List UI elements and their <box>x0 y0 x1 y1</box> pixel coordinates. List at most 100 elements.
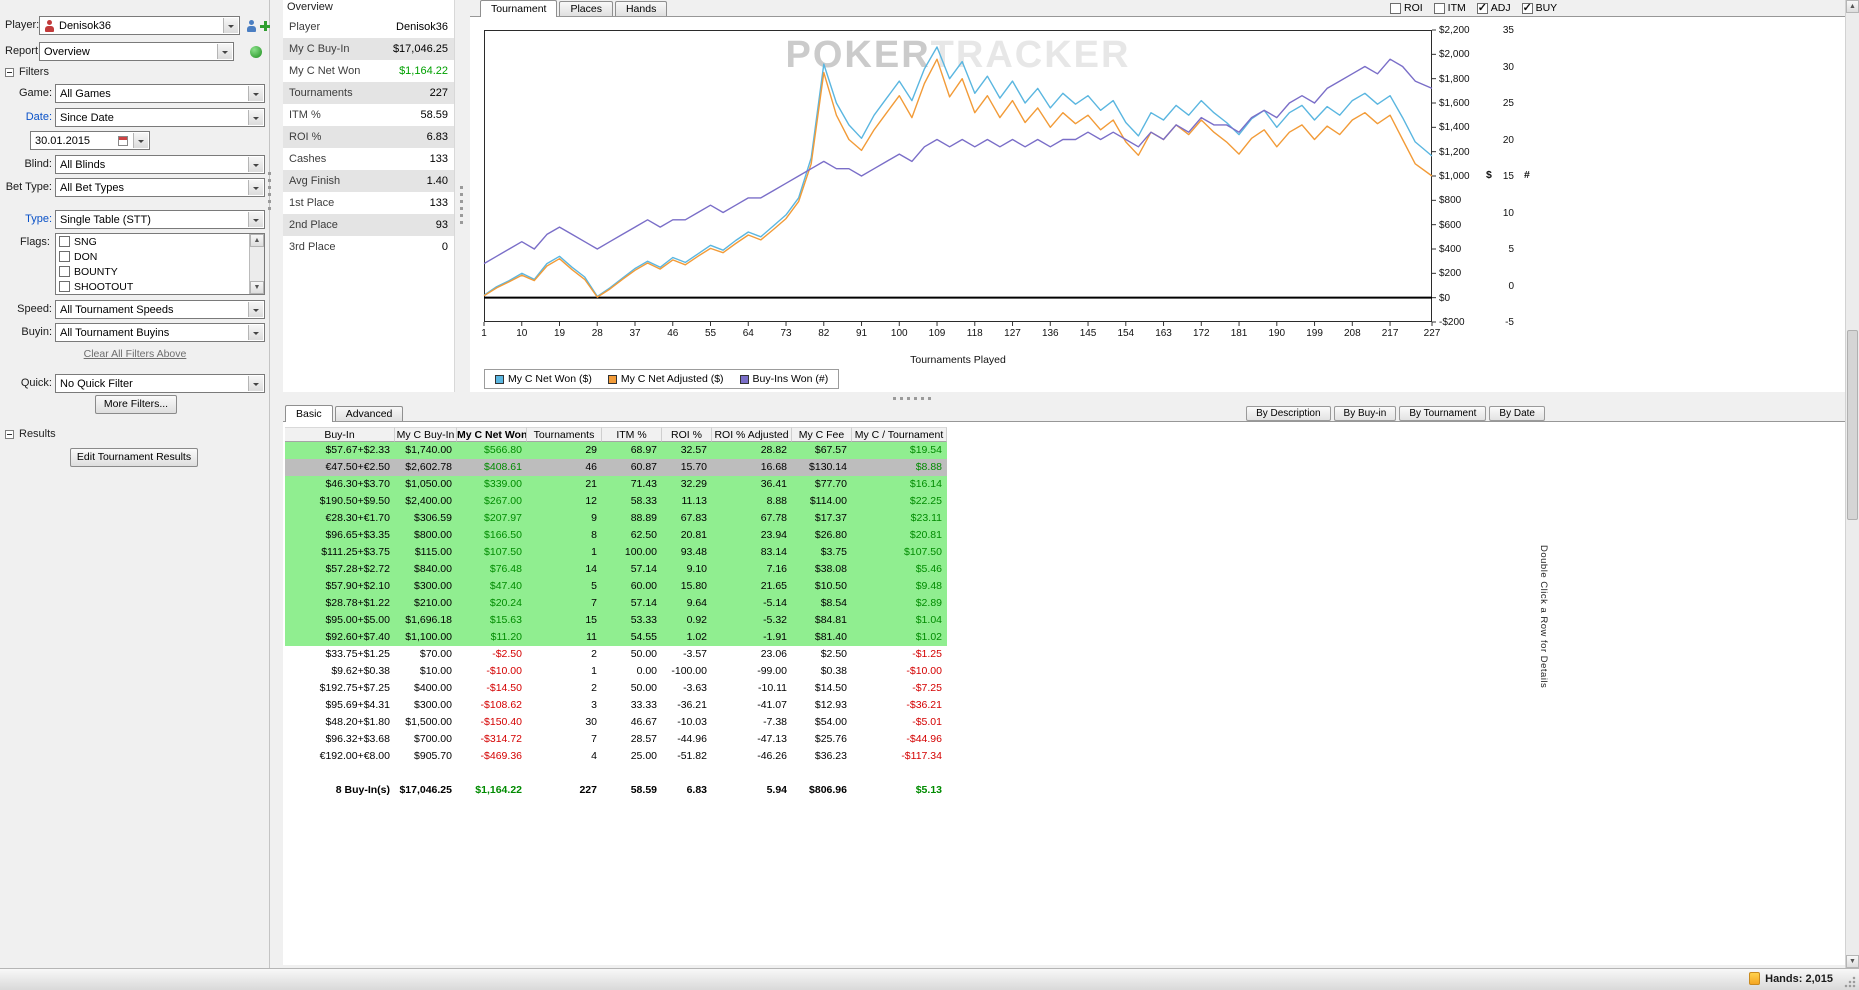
scroll-down-icon[interactable]: ▼ <box>250 281 264 294</box>
column-header-buy-in[interactable]: Buy-In <box>285 427 395 442</box>
table-row[interactable]: $111.25+$3.75 $115.00 $107.50 1 100.00 93.48 8… <box>285 544 947 561</box>
chevron-down-icon[interactable] <box>248 110 263 125</box>
table-row[interactable]: $33.75+$1.25 $70.00 -$2.50 2 50.00 -3.57 23.06… <box>285 646 947 663</box>
buyin-combobox[interactable]: All Tournament Buyins <box>55 323 265 342</box>
stats-splitter-handle[interactable] <box>460 186 463 228</box>
table-row[interactable]: $57.28+$2.72 $840.00 $76.48 14 57.14 9.10 7.16… <box>285 561 947 578</box>
chevron-down-icon[interactable] <box>248 325 263 340</box>
chevron-down-icon[interactable] <box>133 133 148 148</box>
column-header-roi-adjusted[interactable]: ROI % Adjusted <box>712 427 792 442</box>
chevron-down-icon[interactable] <box>217 44 232 59</box>
speed-combobox[interactable]: All Tournament Speeds <box>55 300 265 319</box>
collapse-icon[interactable] <box>5 429 14 439</box>
more-filters-button[interactable]: More Filters... <box>95 395 177 414</box>
table-row[interactable]: $28.78+$1.22 $210.00 $20.24 7 57.14 9.64 -5.14… <box>285 595 947 612</box>
calendar-icon[interactable] <box>118 136 128 146</box>
filters-section-header[interactable]: Filters <box>5 66 49 78</box>
add-player-icon[interactable] <box>259 20 271 32</box>
chevron-down-icon[interactable] <box>248 180 263 195</box>
column-header-roi[interactable]: ROI % <box>662 427 712 442</box>
sidebar-splitter-handle[interactable] <box>268 172 271 214</box>
flag-option-don[interactable]: DON <box>56 249 264 264</box>
scroll-up-icon[interactable]: ▲ <box>1846 0 1859 13</box>
quick-combobox[interactable]: No Quick Filter <box>55 374 265 393</box>
table-row[interactable]: €28.30+€1.70 $306.59 $207.97 9 88.89 67.83 67.… <box>285 510 947 527</box>
checkbox-icon[interactable] <box>1433 2 1445 14</box>
refresh-report-icon[interactable] <box>250 46 262 58</box>
chevron-down-icon[interactable] <box>248 212 263 227</box>
flag-option-sng[interactable]: SNG <box>56 234 264 249</box>
chevron-down-icon[interactable] <box>248 376 263 391</box>
table-row[interactable]: $95.00+$5.00 $1,696.18 $15.63 15 53.33 0.92 -5… <box>285 612 947 629</box>
table-row[interactable]: $57.90+$2.10 $300.00 $47.40 5 60.00 15.80 21.6… <box>285 578 947 595</box>
scroll-up-icon[interactable]: ▲ <box>250 234 264 247</box>
checkbox-icon[interactable] <box>1476 1 1488 14</box>
checkbox-icon[interactable] <box>1390 2 1401 14</box>
table-row[interactable]: $46.30+$3.70 $1,050.00 $339.00 21 71.43 32.29… <box>285 476 947 493</box>
pane-splitter-handle[interactable] <box>893 397 935 400</box>
checkbox-icon[interactable] <box>1521 1 1533 14</box>
tab-tournament[interactable]: Tournament <box>480 0 558 17</box>
tab-hands[interactable]: Hands <box>614 1 668 16</box>
flags-scrollbar[interactable]: ▲ ▼ <box>249 234 264 294</box>
chevron-down-icon[interactable] <box>248 302 263 317</box>
bet-type-combobox[interactable]: All Bet Types <box>55 178 265 197</box>
sort-button-by-description[interactable]: By Description <box>1246 406 1331 421</box>
table-row[interactable]: $92.60+$7.40 $1,100.00 $11.20 11 54.55 1.02 -1… <box>285 629 947 646</box>
tab-basic[interactable]: Basic <box>285 405 333 422</box>
table-row[interactable]: $57.67+$2.33 $1,740.00 $566.80 29 68.97 32.57… <box>285 442 947 459</box>
player-combobox[interactable]: Denisok36 <box>39 16 240 35</box>
scroll-down-icon[interactable]: ▼ <box>1846 955 1859 968</box>
graph-toggle-roi[interactable]: ROI <box>1390 2 1423 14</box>
graph-toggle-buy[interactable]: BUY <box>1521 1 1557 14</box>
type-combobox[interactable]: Single Table (STT) <box>55 210 265 229</box>
date-combobox[interactable]: Since Date <box>55 108 265 127</box>
column-header-my-c-fee[interactable]: My C Fee <box>792 427 852 442</box>
table-row[interactable]: $9.62+$0.38 $10.00 -$10.00 1 0.00 -100.00 -99.… <box>285 663 947 680</box>
vertical-scrollbar[interactable]: ▲ ▼ <box>1845 0 1859 968</box>
flag-option-shootout[interactable]: SHOOTOUT <box>56 279 264 294</box>
checkbox-icon[interactable] <box>59 266 70 277</box>
table-row[interactable]: $48.20+$1.80 $1,500.00 -$150.40 30 46.67 -10.… <box>285 714 947 731</box>
table-row[interactable]: $190.50+$9.50 $2,400.00 $267.00 12 58.33 11.1… <box>285 493 947 510</box>
flags-listbox[interactable]: SNG DON BOUNTY SHOOTOUT ▲ ▼ <box>55 233 265 295</box>
graph-toggle-adj[interactable]: ADJ <box>1476 1 1511 14</box>
chevron-down-icon[interactable] <box>223 18 238 33</box>
sort-button-by-date[interactable]: By Date <box>1489 406 1545 421</box>
column-header-tournaments[interactable]: Tournaments <box>527 427 602 442</box>
results-section-header[interactable]: Results <box>5 428 56 440</box>
table-row[interactable]: €192.00+€8.00 $905.70 -$469.36 4 25.00 -51.82… <box>285 748 947 765</box>
chevron-down-icon[interactable] <box>248 86 263 101</box>
scrollbar-thumb[interactable] <box>1847 330 1858 520</box>
sort-button-by-buy-in[interactable]: By Buy-in <box>1333 406 1397 421</box>
checkbox-icon[interactable] <box>59 281 70 292</box>
checkbox-icon[interactable] <box>59 251 70 262</box>
pane-splitter[interactable] <box>283 392 1845 405</box>
clear-all-filters-link[interactable]: Clear All Filters Above <box>0 348 270 360</box>
blind-combobox[interactable]: All Blinds <box>55 155 265 174</box>
table-row[interactable]: $96.65+$3.35 $800.00 $166.50 8 62.50 20.81 23.… <box>285 527 947 544</box>
report-combobox[interactable]: Overview <box>39 42 234 61</box>
tab-advanced[interactable]: Advanced <box>334 406 404 421</box>
column-header-my-c-buy-in[interactable]: My C Buy-In <box>395 427 457 442</box>
table-row[interactable]: $95.69+$4.31 $300.00 -$108.62 3 33.33 -36.21 -… <box>285 697 947 714</box>
axis-label: 10 <box>516 328 528 339</box>
graph-toggle-itm[interactable]: ITM <box>1433 2 1466 14</box>
table-row[interactable]: $96.32+$3.68 $700.00 -$314.72 7 28.57 -44.96 -… <box>285 731 947 748</box>
column-header-itm[interactable]: ITM % <box>602 427 662 442</box>
tab-places[interactable]: Places <box>559 1 613 16</box>
flag-option-bounty[interactable]: BOUNTY <box>56 264 264 279</box>
chevron-down-icon[interactable] <box>248 157 263 172</box>
checkbox-icon[interactable] <box>59 236 70 247</box>
collapse-icon[interactable] <box>5 67 14 77</box>
table-row[interactable]: $192.75+$7.25 $400.00 -$14.50 2 50.00 -3.63 -1… <box>285 680 947 697</box>
edit-tournament-results-button[interactable]: Edit Tournament Results <box>70 448 198 467</box>
resize-grip[interactable] <box>1844 975 1857 988</box>
sort-button-by-tournament[interactable]: By Tournament <box>1399 406 1487 421</box>
player-manage-icon[interactable] <box>246 20 257 32</box>
game-combobox[interactable]: All Games <box>55 84 265 103</box>
date-input[interactable]: 30.01.2015 <box>30 131 150 150</box>
column-header-my-c-tournament[interactable]: My C / Tournament <box>852 427 947 442</box>
table-row[interactable]: €47.50+€2.50 $2,602.78 $408.61 46 60.87 15.70… <box>285 459 947 476</box>
column-header-my-c-net-won[interactable]: My C Net Won <box>457 427 527 442</box>
